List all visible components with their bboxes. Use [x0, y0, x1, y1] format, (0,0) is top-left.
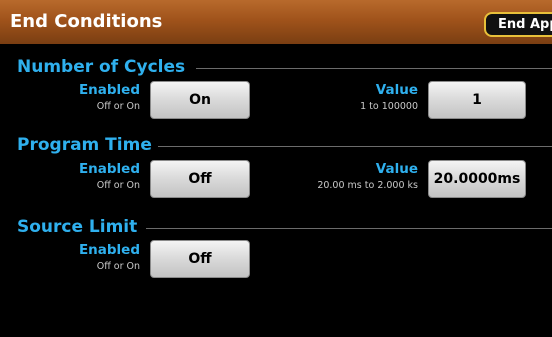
- program-time-value-label: Value: [375, 161, 418, 177]
- section-divider: [146, 228, 552, 229]
- cycles-value-hint: 1 to 100000: [360, 101, 418, 112]
- source-limit-enabled-button[interactable]: Off: [150, 240, 250, 278]
- end-conditions-screen: End Conditions End App Number of Cycles …: [0, 0, 552, 337]
- cycles-enabled-hint: Off or On: [96, 101, 140, 112]
- source-limit-enabled-label: Enabled: [78, 242, 140, 258]
- section-divider: [196, 68, 552, 69]
- section-divider: [158, 146, 552, 147]
- cycles-value-label: Value: [375, 82, 418, 98]
- program-time-enabled-hint: Off or On: [96, 180, 140, 191]
- cycles-enabled-label: Enabled: [78, 82, 140, 98]
- source-limit-enabled-hint: Off or On: [96, 261, 140, 272]
- section-title-number-of-cycles: Number of Cycles: [17, 57, 186, 77]
- program-time-enabled-label: Enabled: [78, 161, 140, 177]
- program-time-value-button[interactable]: 20.0000ms: [428, 160, 526, 198]
- page-title: End Conditions: [10, 11, 163, 32]
- section-title-program-time: Program Time: [17, 135, 152, 155]
- end-app-button[interactable]: End App: [484, 12, 552, 37]
- program-time-enabled-button[interactable]: Off: [150, 160, 250, 198]
- program-time-value-hint: 20.00 ms to 2.000 ks: [317, 180, 418, 191]
- section-title-source-limit: Source Limit: [17, 217, 138, 237]
- title-bar: End Conditions End App: [0, 0, 552, 44]
- cycles-enabled-button[interactable]: On: [150, 81, 250, 119]
- cycles-value-button[interactable]: 1: [428, 81, 526, 119]
